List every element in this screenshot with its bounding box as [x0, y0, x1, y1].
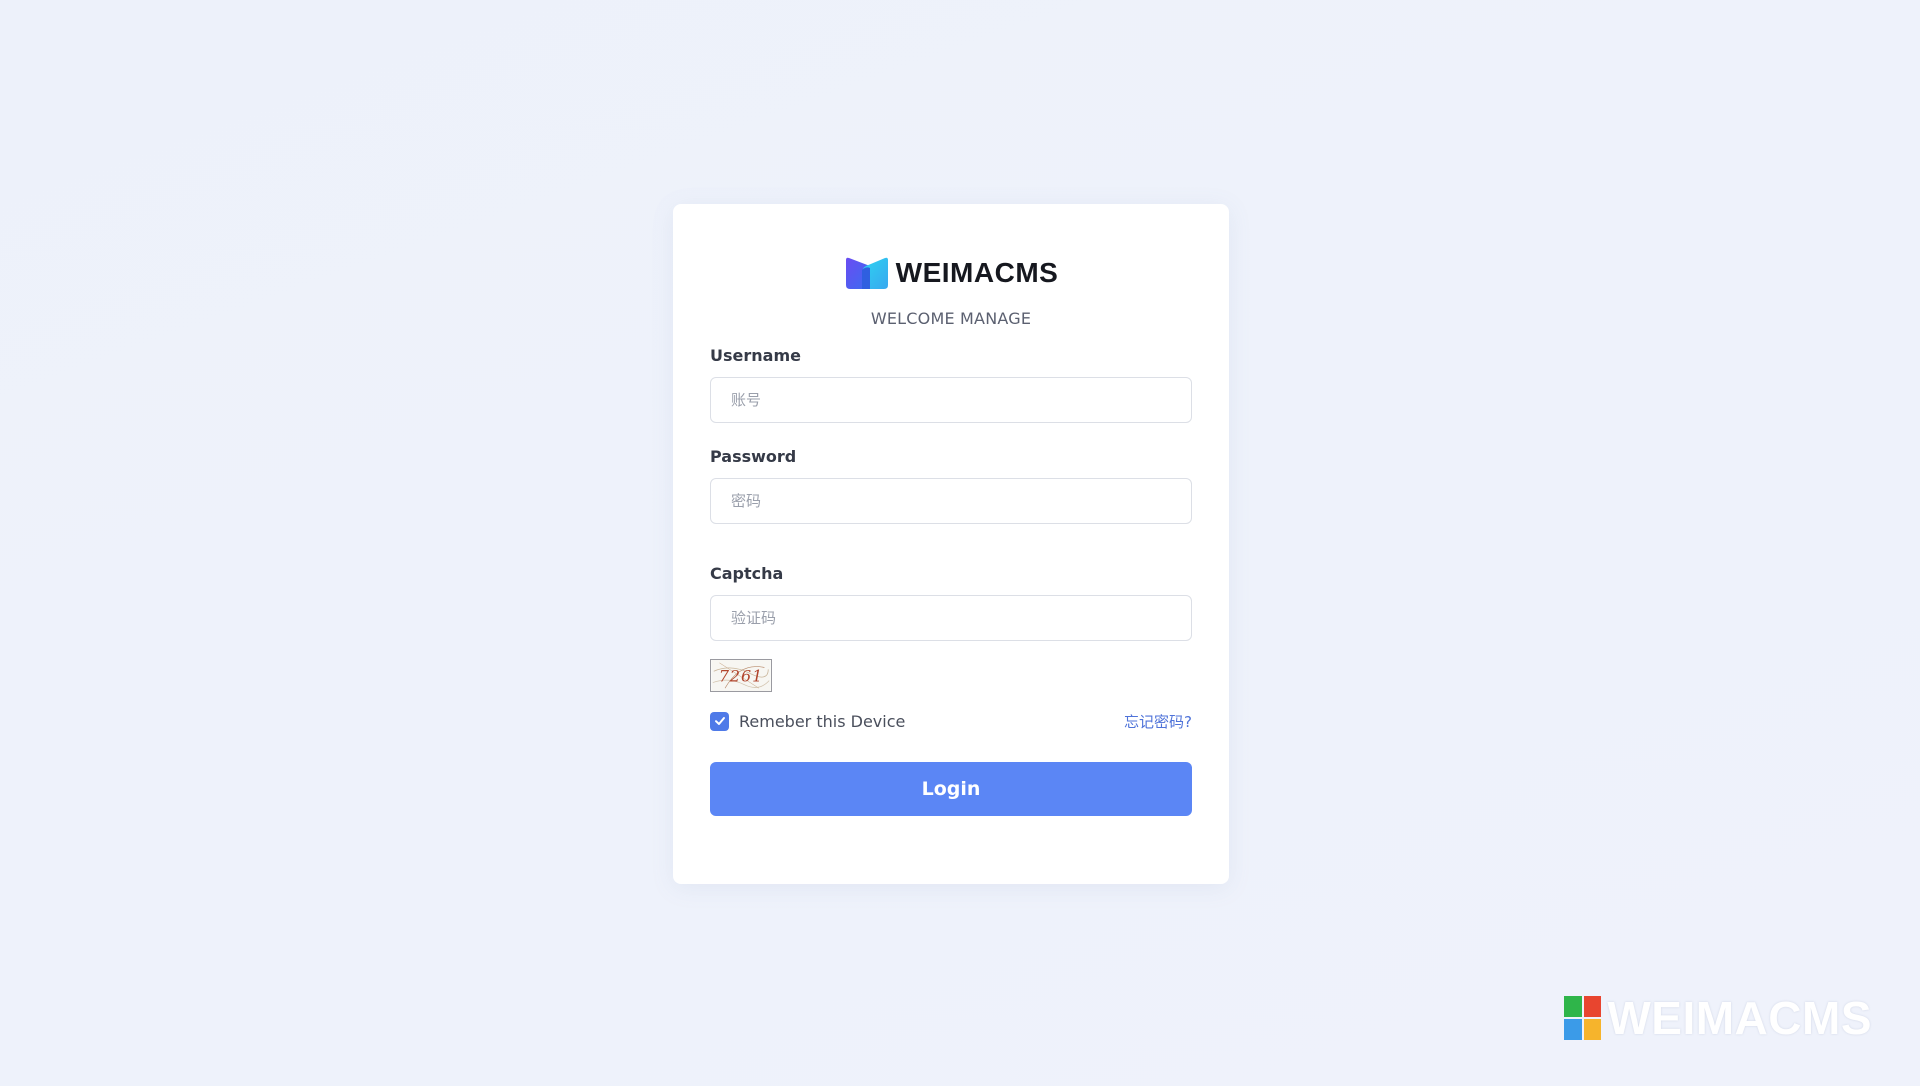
captcha-image[interactable]: 7261: [710, 659, 772, 692]
watermark-text: WEIMACMS: [1607, 992, 1872, 1044]
page-subtitle: WELCOME MANAGE: [870, 309, 1032, 328]
remember-checkbox[interactable]: [710, 711, 729, 731]
brand-name: WEIMACMS: [895, 257, 1059, 288]
brand-logo-icon: [845, 257, 888, 289]
username-input[interactable]: [710, 377, 1192, 423]
password-group: Password: [710, 447, 1192, 524]
login-card: WEIMACMS WELCOME MANAGE Username Passwor…: [673, 204, 1229, 884]
password-input[interactable]: [710, 478, 1192, 524]
options-row: Remeber this Device 忘记密码?: [710, 710, 1192, 732]
remember-label: Remeber this Device: [739, 711, 906, 731]
forgot-password-link[interactable]: 忘记密码?: [1124, 711, 1192, 732]
captcha-label: Captcha: [710, 564, 784, 583]
captcha-text: 7261: [719, 667, 763, 686]
password-label: Password: [710, 447, 797, 466]
login-button[interactable]: Login: [710, 762, 1192, 816]
captcha-group: Captcha 7261: [710, 564, 1192, 692]
captcha-input[interactable]: [710, 595, 1192, 641]
brand-header: WEIMACMS: [710, 256, 1192, 290]
username-group: Username: [710, 346, 1192, 423]
watermark-logo-icon: [1564, 996, 1602, 1040]
watermark: WEIMACMS: [1564, 991, 1872, 1045]
remember-device[interactable]: Remeber this Device: [710, 711, 906, 731]
username-label: Username: [710, 346, 801, 365]
check-icon: [714, 717, 725, 725]
